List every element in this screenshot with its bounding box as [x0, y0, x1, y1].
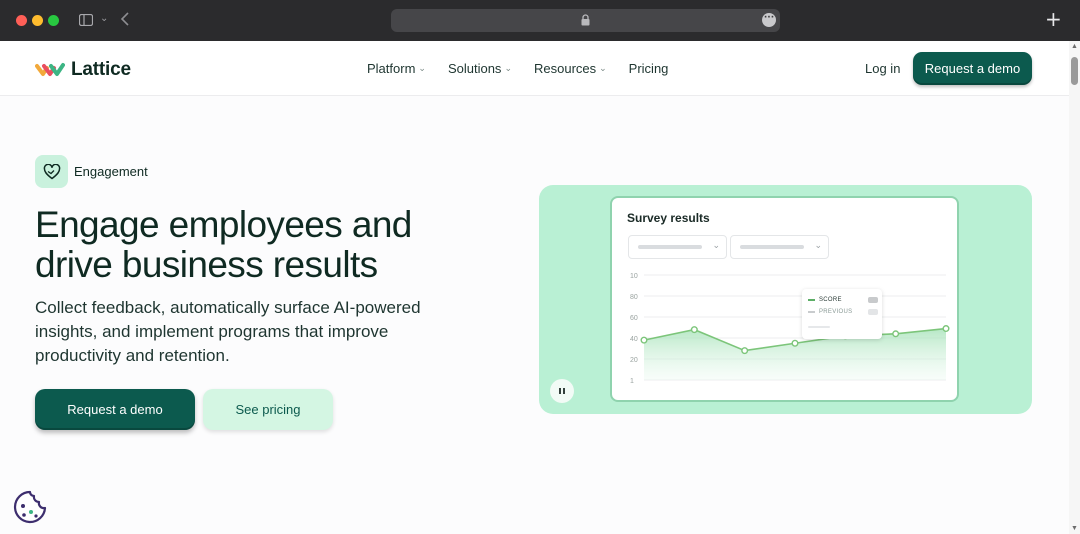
sidebar-toggle-icon[interactable]: [79, 14, 93, 26]
scroll-up-icon[interactable]: ▲: [1071, 43, 1078, 50]
score-point: [741, 347, 749, 355]
legend-score-value: [868, 297, 878, 303]
score-point: [640, 336, 648, 344]
y-tick-label: 10: [630, 273, 638, 280]
minimize-window-button[interactable]: [32, 15, 43, 26]
brand-name: Lattice: [71, 59, 131, 80]
chart-legend-tooltip: SCORE PREVIOUS: [802, 289, 882, 339]
heart-icon: [43, 163, 60, 179]
legend-score-label: SCORE: [819, 297, 842, 303]
chevron-down-icon: ⌄: [599, 63, 607, 73]
site-header: Lattice Platform ⌄ Solutions ⌄ Resources ⌄ …: [0, 41, 1080, 96]
scrollbar-thumb[interactable]: [1071, 57, 1078, 85]
score-point: [942, 325, 950, 333]
survey-line-chart: 10 80 60 40 20 1: [630, 273, 950, 385]
chevron-down-icon[interactable]: ⌄: [100, 13, 108, 24]
more-options-icon[interactable]: ···: [762, 13, 776, 27]
address-bar[interactable]: ···: [391, 9, 780, 32]
page-scrollbar[interactable]: ▲ ▼: [1069, 41, 1080, 534]
chevron-down-icon: ⌄: [504, 63, 512, 73]
nav-item-resources[interactable]: Resources ⌄: [534, 61, 607, 76]
main-nav: Platform ⌄ Solutions ⌄ Resources ⌄ Pricing: [367, 61, 690, 76]
nav-item-label: Platform: [367, 61, 416, 76]
engagement-badge: [35, 155, 68, 188]
header-request-demo-button[interactable]: Request a demo: [913, 52, 1032, 85]
request-demo-button[interactable]: Request a demo: [35, 389, 195, 430]
legend-previous-value: [868, 309, 878, 315]
survey-results-card: Survey results ⌄ ⌄ 10 80 60 40 20 1 SCORE PRE…: [610, 196, 959, 402]
score-point: [892, 330, 900, 338]
score-point: [791, 339, 799, 347]
legend-score: SCORE: [808, 297, 842, 303]
new-tab-icon[interactable]: +: [1045, 7, 1062, 31]
nav-item-solutions[interactable]: Solutions ⌄: [448, 61, 512, 76]
browser-toolbar: ⌄ ··· +: [0, 0, 1080, 42]
cookie-settings-icon[interactable]: [12, 489, 48, 525]
y-tick-label: 80: [630, 294, 638, 301]
lock-icon: [581, 14, 590, 26]
legend-swatch: [808, 299, 815, 301]
login-link[interactable]: Log in: [865, 61, 900, 76]
survey-illustration: Survey results ⌄ ⌄ 10 80 60 40 20 1 SCORE PRE…: [539, 185, 1032, 414]
hero-subtext: Collect feedback, automatically surface …: [35, 298, 421, 365]
chevron-down-icon: ⌄: [418, 63, 426, 73]
pause-animation-button[interactable]: [550, 379, 574, 403]
legend-swatch: [808, 311, 815, 313]
nav-item-pricing[interactable]: Pricing: [629, 61, 669, 76]
hero-headline: Engage employees and drive business resu…: [35, 204, 412, 285]
legend-placeholder: [808, 326, 830, 328]
y-tick-label: 1: [630, 378, 634, 385]
scroll-down-icon[interactable]: ▼: [1071, 525, 1078, 532]
nav-item-label: Resources: [533, 61, 597, 76]
close-window-button[interactable]: [16, 15, 27, 26]
lattice-logo-icon: [35, 63, 65, 76]
y-tick-label: 60: [630, 315, 638, 322]
legend-previous-label: PREVIOUS: [819, 309, 853, 315]
see-pricing-button[interactable]: See pricing: [203, 389, 333, 430]
pause-icon: [559, 388, 565, 394]
nav-item-label: Solutions: [447, 61, 502, 76]
nav-item-platform[interactable]: Platform ⌄: [367, 61, 426, 76]
y-tick-label: 40: [630, 336, 638, 343]
score-area: [644, 328, 946, 380]
score-point: [690, 326, 698, 334]
badge-label: Engagement: [74, 164, 148, 179]
y-tick-label: 20: [630, 357, 638, 364]
legend-previous: PREVIOUS: [808, 309, 852, 315]
back-arrow-icon[interactable]: [120, 11, 130, 27]
nav-item-label: Pricing: [628, 61, 669, 76]
brand-logo[interactable]: Lattice: [35, 59, 131, 81]
maximize-window-button[interactable]: [48, 15, 59, 26]
